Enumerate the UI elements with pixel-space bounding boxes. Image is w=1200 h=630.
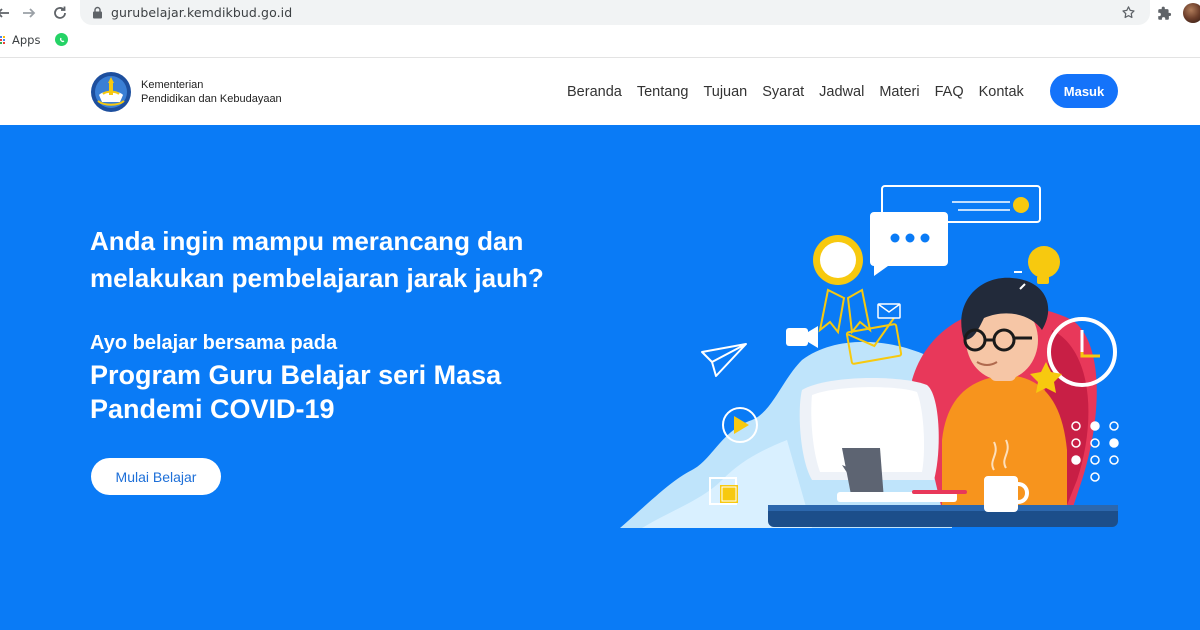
- hero-headline: Anda ingin mampu merancang dan melakukan…: [90, 226, 544, 293]
- nav-jadwal[interactable]: Jadwal: [819, 84, 864, 100]
- forward-arrow-icon[interactable]: [18, 2, 40, 24]
- brand-name: Kementerian Pendidikan dan Kebudayaan: [141, 79, 282, 106]
- video-camera-icon: [786, 326, 818, 348]
- nav-kontak[interactable]: Kontak: [979, 84, 1024, 100]
- apps-grid-icon: [0, 35, 6, 45]
- small-envelope-icon: [877, 303, 901, 319]
- brand-line2: Pendidikan dan Kebudayaan: [141, 92, 282, 105]
- whatsapp-icon: [55, 33, 68, 46]
- url-text: gurubelajar.kemdikbud.go.id: [111, 5, 293, 20]
- login-button[interactable]: Masuk: [1050, 74, 1118, 108]
- nav-faq[interactable]: FAQ: [935, 84, 964, 100]
- bookmark-apps[interactable]: Apps: [0, 33, 40, 47]
- kemdikbud-logo[interactable]: [90, 71, 132, 113]
- nav-beranda[interactable]: Beranda: [567, 84, 622, 100]
- site-header: Kementerian Pendidikan dan Kebudayaan Be…: [0, 59, 1200, 125]
- back-arrow-icon[interactable]: [0, 2, 14, 24]
- browser-chrome: gurubelajar.kemdikbud.go.id Apps: [0, 0, 1200, 58]
- browser-toolbar: gurubelajar.kemdikbud.go.id: [0, 0, 1200, 26]
- hero-subline: Ayo belajar bersama pada: [90, 332, 338, 354]
- nav-tentang[interactable]: Tentang: [637, 84, 689, 100]
- award-medal-icon: [813, 235, 872, 335]
- main-nav: Beranda Tentang Tujuan Syarat Jadwal Mat…: [567, 84, 1039, 100]
- reload-icon[interactable]: [49, 2, 71, 24]
- nav-tujuan[interactable]: Tujuan: [703, 84, 747, 100]
- hero-illustration: [620, 185, 1119, 528]
- nav-syarat[interactable]: Syarat: [762, 84, 804, 100]
- bookmarks-bar: Apps: [0, 30, 1200, 52]
- bookmark-apps-label: Apps: [12, 33, 41, 47]
- bookmark-star-icon[interactable]: [1120, 4, 1136, 20]
- hero-section: Anda ingin mampu merancang dan melakukan…: [0, 125, 1200, 630]
- paper-plane-icon: [701, 343, 747, 377]
- profile-avatar[interactable]: [1183, 3, 1200, 23]
- address-bar[interactable]: gurubelajar.kemdikbud.go.id: [80, 0, 1150, 25]
- hero-program-title: Program Guru Belajar seri Masa Pandemi C…: [90, 360, 502, 424]
- lock-icon: [90, 5, 104, 19]
- start-learning-button[interactable]: Mulai Belajar: [91, 458, 221, 495]
- coffee-mug: [984, 476, 1018, 512]
- pen: [912, 490, 967, 494]
- bookmark-whatsapp[interactable]: [55, 33, 68, 46]
- brand-line1: Kementerian: [141, 79, 204, 91]
- nav-materi[interactable]: Materi: [879, 84, 919, 100]
- extensions-puzzle-icon[interactable]: [1155, 4, 1173, 22]
